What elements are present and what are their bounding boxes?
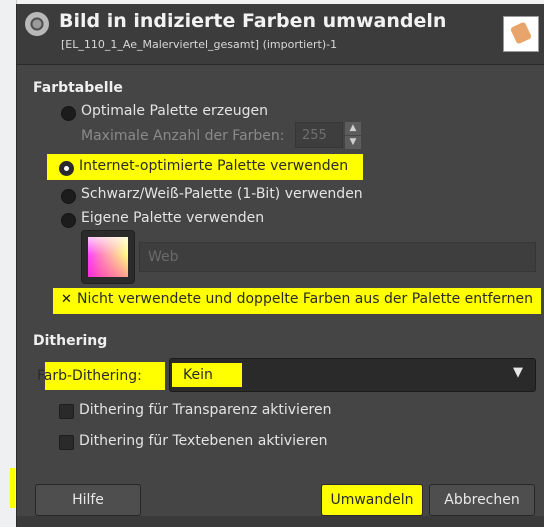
optimal-palette-label[interactable]: Optimale Palette erzeugen bbox=[81, 103, 268, 119]
color-dithering-value[interactable]: Kein bbox=[183, 367, 213, 383]
remove-unused-checkbox[interactable]: ✕ bbox=[59, 292, 74, 309]
gimp-indexed-icon bbox=[25, 12, 49, 36]
checkmark-x-icon: ✕ bbox=[61, 292, 72, 307]
max-colors-label: Maximale Anzahl der Farben: bbox=[81, 128, 285, 144]
image-preview-thumbnail bbox=[503, 16, 539, 52]
palette-gradient-icon bbox=[88, 237, 128, 277]
palette-select-button[interactable] bbox=[81, 230, 135, 284]
bw-palette-label[interactable]: Schwarz/Weiß-Palette (1-Bit) verwenden bbox=[81, 186, 363, 202]
palette-section-title: Farbtabelle bbox=[33, 80, 123, 96]
dither-transparency-label[interactable]: Dithering für Transparenz aktivieren bbox=[79, 402, 332, 418]
custom-palette-radio[interactable] bbox=[61, 213, 76, 228]
custom-palette-label[interactable]: Eigene Palette verwenden bbox=[81, 210, 264, 226]
web-palette-radio[interactable] bbox=[59, 161, 74, 176]
convert-indexed-dialog: Bild in indizierte Farben umwandeln [EL_… bbox=[16, 4, 544, 527]
arrow-down-icon[interactable]: ▼ bbox=[345, 136, 361, 149]
dialog-title: Bild in indizierte Farben umwandeln bbox=[59, 10, 447, 32]
dither-text-layers-checkbox[interactable] bbox=[59, 435, 74, 450]
bw-palette-radio[interactable] bbox=[61, 189, 76, 204]
preview-shape bbox=[509, 21, 533, 45]
dialog-subtitle: [EL_110_1_Ae_Malerviertel_gesamt] (impor… bbox=[61, 38, 338, 51]
dialog-bottom-edge bbox=[17, 516, 544, 527]
optimal-palette-radio[interactable] bbox=[61, 106, 76, 121]
color-dithering-label: Farb-Dithering: bbox=[37, 368, 142, 384]
dithering-section-title: Dithering bbox=[33, 333, 108, 349]
dither-text-layers-label[interactable]: Dithering für Textebenen aktivieren bbox=[79, 433, 328, 449]
remove-unused-label[interactable]: Nicht verwendete und doppelte Farben aus… bbox=[77, 291, 533, 307]
arrow-up-icon[interactable]: ▲ bbox=[345, 122, 361, 135]
sidebar-highlight-mark bbox=[10, 468, 15, 508]
cancel-button[interactable]: Abbrechen bbox=[429, 484, 535, 516]
help-button[interactable]: Hilfe bbox=[35, 484, 141, 516]
custom-palette-name-field: Web bbox=[139, 242, 536, 272]
left-sidebar-strip bbox=[0, 0, 17, 527]
convert-button[interactable]: Umwandeln bbox=[321, 484, 423, 516]
web-palette-label[interactable]: Internet-optimierte Palette verwenden bbox=[79, 158, 348, 174]
dialog-header: Bild in indizierte Farben umwandeln [EL_… bbox=[17, 4, 544, 64]
max-colors-input[interactable]: 255 bbox=[295, 122, 343, 148]
dither-transparency-checkbox[interactable] bbox=[59, 404, 74, 419]
header-divider bbox=[17, 64, 544, 65]
chevron-down-icon[interactable]: ▼ bbox=[511, 366, 525, 380]
screen: Bild in indizierte Farben umwandeln [EL_… bbox=[0, 0, 544, 527]
